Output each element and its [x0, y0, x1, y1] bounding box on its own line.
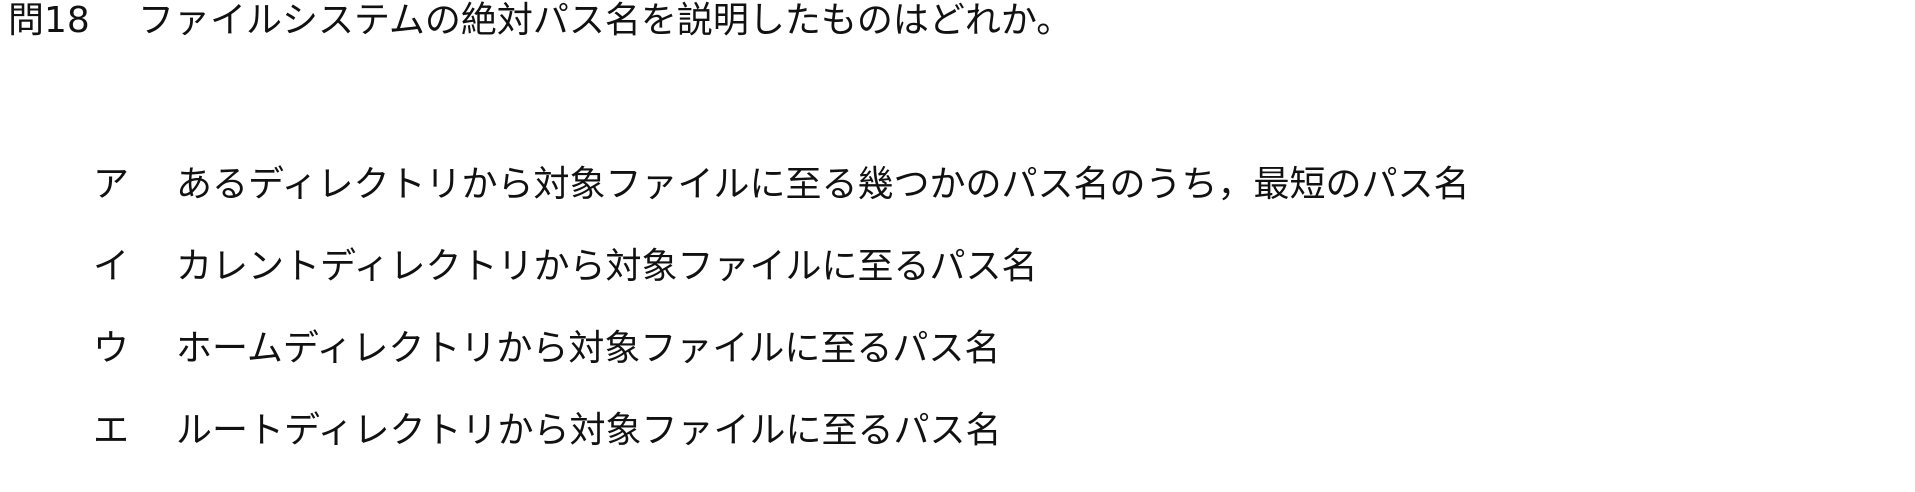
question-text: ファイルシステムの絶対パス名を説明したものはどれか。 [138, 0, 1073, 41]
exam-question-page: 問18 ファイルシステムの絶対パス名を説明したものはどれか。 ア あるディレクト… [0, 0, 1915, 481]
choice-e-text: ルートディレクトリから対象ファイルに至るパス名 [176, 410, 1002, 451]
choice-i: イ カレントディレクトリから対象ファイルに至るパス名 [93, 246, 1873, 328]
choice-u-text: ホームディレクトリから対象ファイルに至るパス名 [176, 328, 1001, 369]
answer-choices: ア あるディレクトリから対象ファイルに至る幾つかのパス名のうち，最短のパス名 イ… [93, 164, 1873, 492]
choice-e: エ ルートディレクトリから対象ファイルに至るパス名 [93, 410, 1873, 492]
choice-a-letter: ア [93, 164, 130, 205]
question-number: 問18 [8, 0, 90, 41]
choice-a: ア あるディレクトリから対象ファイルに至る幾つかのパス名のうち，最短のパス名 [93, 164, 1873, 246]
choice-u-letter: ウ [93, 328, 130, 369]
choice-i-letter: イ [93, 246, 130, 287]
choice-e-letter: エ [93, 410, 130, 451]
choice-a-text: あるディレクトリから対象ファイルに至る幾つかのパス名のうち，最短のパス名 [176, 164, 1470, 205]
choice-u: ウ ホームディレクトリから対象ファイルに至るパス名 [93, 328, 1873, 410]
question-heading: 問18 ファイルシステムの絶対パス名を説明したものはどれか。 [8, 1, 1072, 41]
choice-i-text: カレントディレクトリから対象ファイルに至るパス名 [176, 246, 1038, 287]
